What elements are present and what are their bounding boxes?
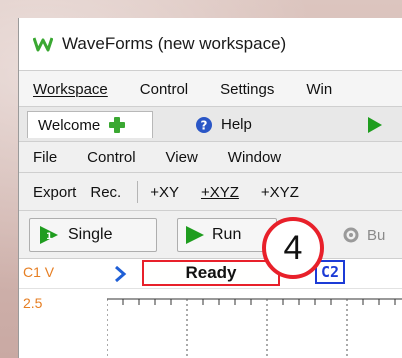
- y-axis-tick-top: 2.5: [23, 295, 43, 311]
- run-play-icon: [184, 225, 206, 245]
- title-bar: WaveForms (new workspace): [19, 18, 402, 70]
- rec-button[interactable]: Rec.: [90, 184, 121, 201]
- channel-axis-label: C1 V: [23, 264, 55, 280]
- add-xyz-button[interactable]: +XYZ: [201, 184, 239, 201]
- menu-file[interactable]: File: [33, 149, 57, 166]
- tab-welcome-label: Welcome: [38, 116, 101, 134]
- svg-text:1: 1: [46, 232, 52, 242]
- menu-control[interactable]: Control: [140, 81, 188, 98]
- single-label: Single: [68, 226, 113, 243]
- add-xyz-3d-button[interactable]: +XYZ: [261, 184, 299, 201]
- auto-gear-icon: [341, 225, 361, 245]
- channel-2-label: C2: [320, 263, 340, 281]
- chevron-right-icon[interactable]: [113, 265, 127, 288]
- menu-window[interactable]: Win: [306, 81, 332, 98]
- plus-icon[interactable]: [108, 116, 126, 134]
- tab-help[interactable]: ? Help: [189, 111, 252, 138]
- instrument-menu-bar: File Control View Window: [19, 141, 402, 173]
- toolbar-separator: [137, 181, 139, 203]
- svg-text:?: ?: [201, 118, 208, 132]
- auto-button-partial[interactable]: Bu: [341, 225, 385, 245]
- window-title: WaveForms (new workspace): [62, 34, 287, 53]
- status-ready-text: Ready: [185, 263, 237, 282]
- waveforms-window: WaveForms (new workspace) Workspace Cont…: [18, 18, 402, 358]
- play-icon: [367, 116, 383, 134]
- tab-welcome[interactable]: Welcome: [27, 111, 153, 138]
- status-ready: Ready: [142, 260, 280, 286]
- annotation-callout-4: 4: [262, 217, 324, 279]
- main-menu-bar: Workspace Control Settings Win: [19, 70, 402, 107]
- instrument-toolbar: Export Rec. +XY +XYZ +XYZ: [19, 172, 402, 211]
- add-xy-button[interactable]: +XY: [150, 184, 179, 201]
- auto-label: Bu: [367, 226, 386, 244]
- run-label: Run: [212, 226, 242, 243]
- menu-view[interactable]: View: [166, 149, 198, 166]
- menu-instrument-window[interactable]: Window: [228, 149, 281, 166]
- acquisition-controls: 1 Single Run Bu: [19, 210, 402, 259]
- plot-grid: [107, 298, 402, 358]
- menu-workspace[interactable]: Workspace: [33, 81, 108, 98]
- menu-settings[interactable]: Settings: [220, 81, 274, 98]
- plot-area[interactable]: 2.5: [19, 288, 402, 358]
- tabs-bar: Welcome ? Help: [19, 106, 402, 142]
- menu-instrument-control[interactable]: Control: [87, 149, 135, 166]
- help-icon: ?: [195, 116, 213, 134]
- status-bar: C1 V Ready C1 C2: [19, 258, 402, 289]
- tab-run-icon-partial[interactable]: [367, 111, 383, 138]
- waveforms-logo-icon: [33, 34, 53, 54]
- callout-number: 4: [283, 228, 303, 267]
- export-button[interactable]: Export: [33, 184, 76, 201]
- single-play-icon: 1: [38, 225, 60, 245]
- tab-help-label: Help: [221, 116, 252, 133]
- single-button[interactable]: 1 Single: [29, 218, 157, 252]
